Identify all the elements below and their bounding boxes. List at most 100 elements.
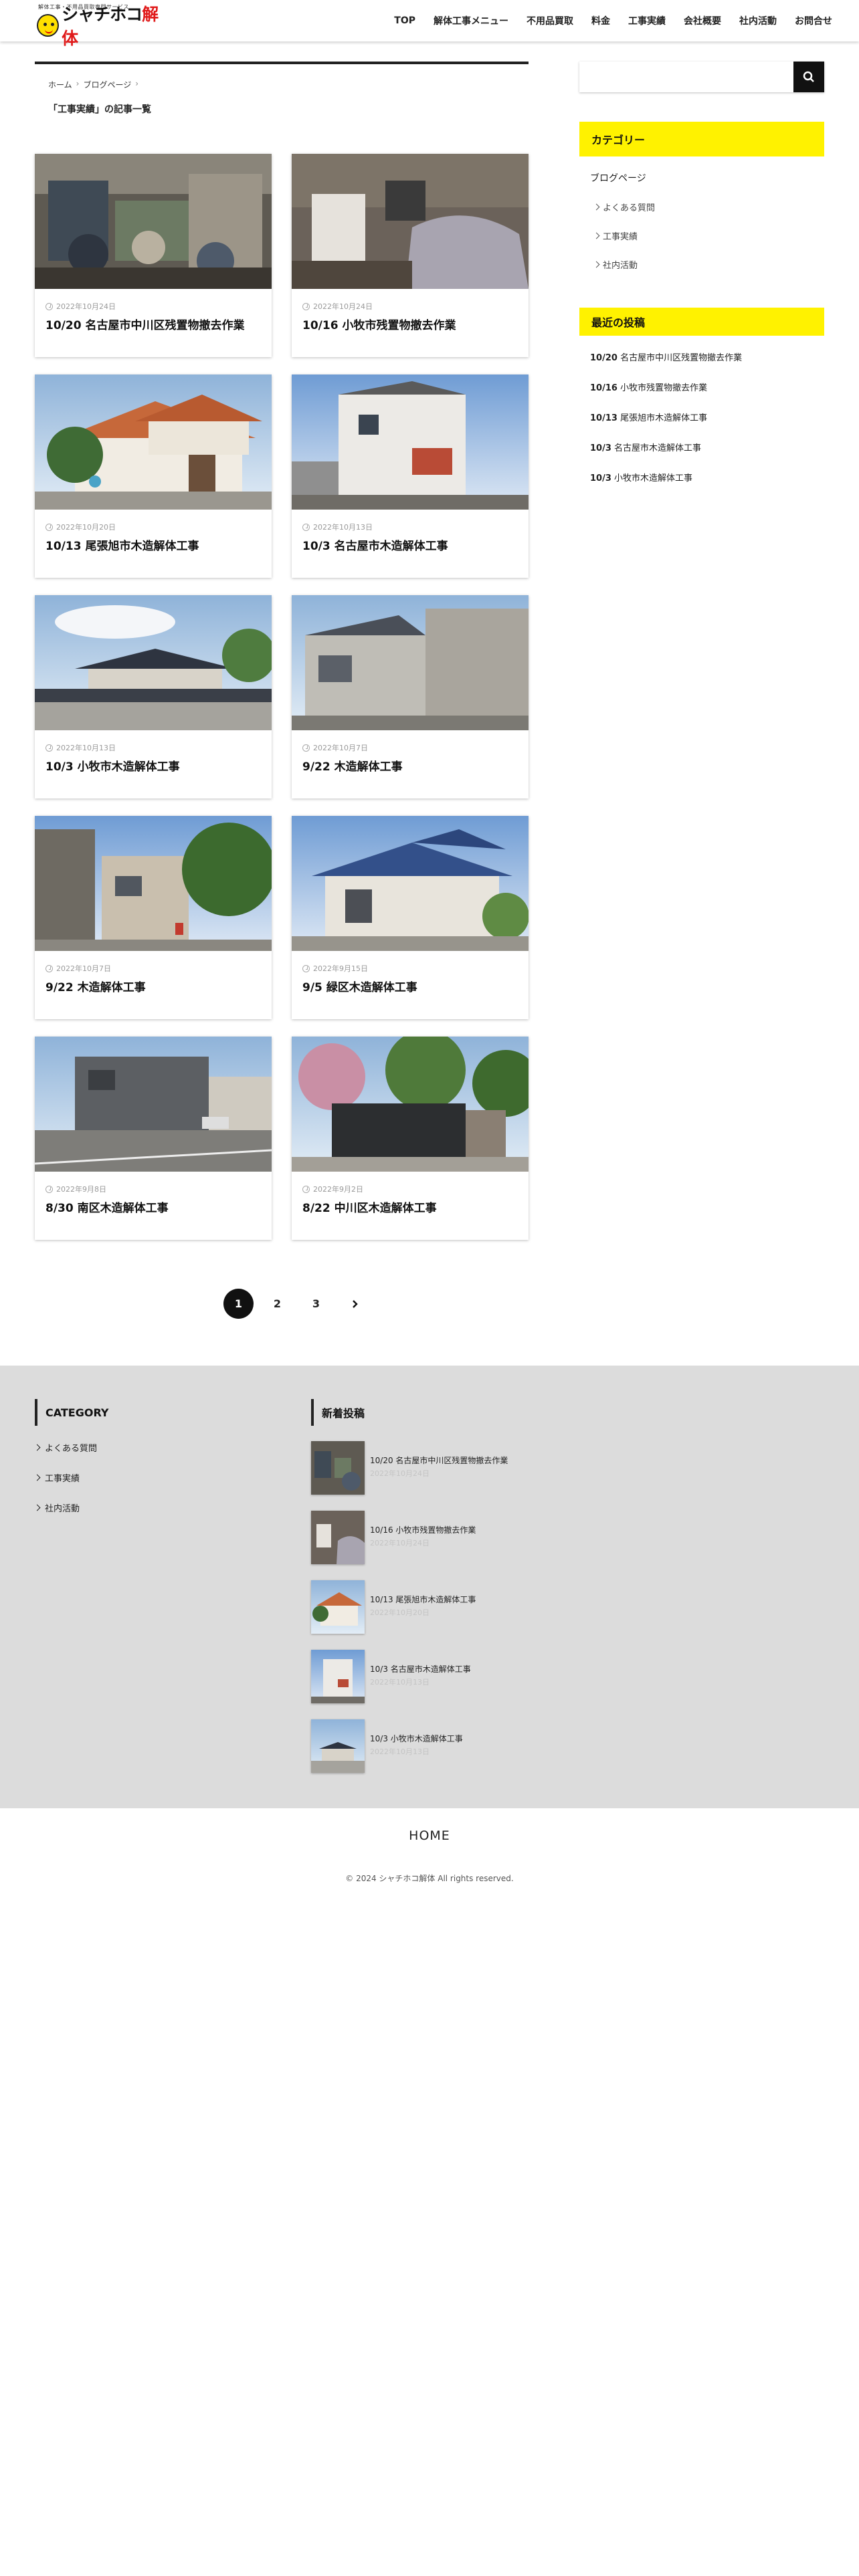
- chevron-right-icon: [593, 261, 600, 268]
- search-button[interactable]: [793, 62, 824, 92]
- footer-home-link[interactable]: HOME: [0, 1828, 859, 1843]
- post-title: 10/16 小牧市残置物撤去作業: [302, 319, 456, 332]
- post-title: 9/22 木造解体工事: [302, 760, 403, 774]
- clock-icon: [302, 523, 310, 531]
- nav-works[interactable]: 工事実績: [628, 14, 666, 27]
- nav-top[interactable]: TOP: [394, 15, 415, 26]
- clock-icon: [45, 1185, 53, 1193]
- logo-cat-icon: [37, 14, 60, 37]
- category-blog[interactable]: ブログページ: [590, 171, 646, 185]
- footer-recent-post[interactable]: 10/3 小牧市木造解体工事 2022年10月13日: [311, 1719, 592, 1773]
- post-card[interactable]: 2022年10月13日 10/3 小牧市木造解体工事: [35, 595, 272, 798]
- clock-icon: [302, 744, 310, 752]
- search-icon: [803, 71, 814, 82]
- site-footer: HOME © 2024 シャチホコ解体 All rights reserved.: [0, 1808, 859, 1889]
- nav-company[interactable]: 会社概要: [684, 14, 721, 27]
- post-title: 10/3 小牧市木造解体工事: [45, 760, 180, 774]
- post-thumbnail: [292, 154, 529, 289]
- footer-widgets: CATEGORY よくある質問 工事実績 社内活動 新着投稿 10/20 名古屋…: [0, 1366, 859, 1808]
- post-title: 8/22 中川区木造解体工事: [302, 1202, 437, 1215]
- footer-post-title: 10/20 名古屋市中川区残置物撤去作業: [370, 1456, 508, 1465]
- page-3[interactable]: 3: [301, 1289, 331, 1319]
- category-activities[interactable]: 社内活動: [593, 258, 638, 271]
- footer-recent-post[interactable]: 10/20 名古屋市中川区残置物撤去作業 2022年10月24日: [311, 1441, 592, 1495]
- post-thumbnail: [292, 595, 529, 730]
- page-2[interactable]: 2: [262, 1289, 292, 1319]
- nav-contact[interactable]: お問合せ: [795, 14, 832, 27]
- footer-recent-post[interactable]: 10/3 名古屋市木造解体工事 2022年10月13日: [311, 1650, 592, 1703]
- pagination: 1 2 3: [223, 1289, 370, 1319]
- chevron-right-icon: [593, 203, 600, 211]
- main-content: ホーム › ブログページ › 「工事実績」の記事一覧 2022年10月24日 1…: [35, 62, 529, 1240]
- footer-post-title: 10/13 尾張旭市木造解体工事: [370, 1595, 476, 1604]
- search-input[interactable]: [579, 62, 793, 92]
- post-card[interactable]: 2022年10月7日 9/22 木造解体工事: [292, 595, 529, 798]
- chevron-right-icon: [352, 1299, 358, 1308]
- next-page-button[interactable]: [340, 1289, 370, 1319]
- global-nav: TOP 解体工事メニュー 不用品買取 料金 工事実績 会社概要 社内活動 お問合…: [376, 0, 832, 41]
- logo-text-black: シャチホコ: [62, 5, 142, 24]
- clock-icon: [45, 964, 53, 972]
- chevron-right-icon: [33, 1444, 41, 1451]
- chevron-right-icon: [593, 232, 600, 239]
- page-1[interactable]: 1: [223, 1289, 254, 1319]
- footer-post-date: 2022年10月24日: [370, 1539, 430, 1547]
- recent-widget-title: 最近の投稿: [579, 308, 824, 336]
- post-thumbnail: [35, 595, 272, 730]
- footer-recent-post[interactable]: 10/13 尾張旭市木造解体工事 2022年10月20日: [311, 1580, 592, 1634]
- category-works[interactable]: 工事実績: [593, 229, 638, 242]
- recent-post-link[interactable]: 10/20 名古屋市中川区残置物撤去作業: [590, 350, 742, 363]
- footer-post-thumbnail: [311, 1580, 365, 1634]
- footer-post-thumbnail: [311, 1511, 365, 1564]
- breadcrumb-separator: ›: [76, 79, 80, 88]
- post-thumbnail: [35, 816, 272, 951]
- nav-demolition-menu[interactable]: 解体工事メニュー: [434, 14, 508, 27]
- footer-category-title: CATEGORY: [35, 1399, 109, 1426]
- post-title: 10/3 名古屋市木造解体工事: [302, 540, 448, 553]
- logo-text: シャチホコ解体: [62, 1, 171, 49]
- post-card[interactable]: 2022年10月20日 10/13 尾張旭市木造解体工事: [35, 374, 272, 578]
- nav-price[interactable]: 料金: [591, 14, 610, 27]
- site-logo[interactable]: 解体工事・不用品買取専門サービス シャチホコ解体: [37, 3, 171, 48]
- post-card[interactable]: 2022年9月15日 9/5 緑区木造解体工事: [292, 816, 529, 1019]
- post-card[interactable]: 2022年9月2日 8/22 中川区木造解体工事: [292, 1037, 529, 1240]
- archive-title: 「工事実績」の記事一覧: [48, 104, 151, 115]
- post-title: 10/13 尾張旭市木造解体工事: [45, 540, 199, 553]
- post-date: 2022年9月2日: [302, 1184, 363, 1194]
- nav-purchase[interactable]: 不用品買取: [527, 14, 573, 27]
- category-faq[interactable]: よくある質問: [593, 201, 655, 213]
- footer-category-activities[interactable]: 社内活動: [33, 1501, 80, 1514]
- post-card[interactable]: 2022年10月24日 10/16 小牧市残置物撤去作業: [292, 154, 529, 357]
- footer-category-faq[interactable]: よくある質問: [33, 1441, 97, 1454]
- post-title: 8/30 南区木造解体工事: [45, 1202, 169, 1215]
- post-date: 2022年9月15日: [302, 963, 368, 974]
- site-header: 解体工事・不用品買取専門サービス シャチホコ解体 TOP 解体工事メニュー 不用…: [0, 0, 859, 48]
- search-form: [579, 62, 824, 92]
- recent-post-link[interactable]: 10/3 小牧市木造解体工事: [590, 471, 692, 484]
- footer-post-thumbnail: [311, 1650, 365, 1703]
- post-card[interactable]: 2022年10月13日 10/3 名古屋市木造解体工事: [292, 374, 529, 578]
- copyright: © 2024 シャチホコ解体 All rights reserved.: [345, 1874, 514, 1883]
- footer-category-works[interactable]: 工事実績: [33, 1471, 80, 1484]
- post-date: 2022年10月7日: [45, 963, 111, 974]
- breadcrumb: ホーム › ブログページ ›: [35, 79, 529, 90]
- breadcrumb-blog[interactable]: ブログページ: [83, 79, 131, 90]
- post-thumbnail: [292, 374, 529, 510]
- nav-activities[interactable]: 社内活動: [739, 14, 777, 27]
- breadcrumb-home[interactable]: ホーム: [48, 79, 72, 90]
- post-date: 2022年10月20日: [45, 522, 116, 532]
- recent-post-link[interactable]: 10/13 尾張旭市木造解体工事: [590, 411, 707, 423]
- footer-post-date: 2022年10月20日: [370, 1608, 430, 1617]
- recent-post-link[interactable]: 10/16 小牧市残置物撤去作業: [590, 381, 707, 393]
- post-card[interactable]: 2022年10月7日 9/22 木造解体工事: [35, 816, 272, 1019]
- footer-post-title: 10/3 小牧市木造解体工事: [370, 1734, 463, 1743]
- post-card[interactable]: 2022年9月8日 8/30 南区木造解体工事: [35, 1037, 272, 1240]
- footer-recent-post[interactable]: 10/16 小牧市残置物撤去作業 2022年10月24日: [311, 1511, 592, 1564]
- recent-post-link[interactable]: 10/3 名古屋市木造解体工事: [590, 441, 701, 453]
- post-card[interactable]: 2022年10月24日 10/20 名古屋市中川区残置物撤去作業: [35, 154, 272, 357]
- logo-mark: シャチホコ解体: [37, 5, 171, 48]
- footer-post-thumbnail: [311, 1719, 365, 1773]
- clock-icon: [302, 302, 310, 310]
- archive-header: ホーム › ブログページ › 「工事実績」の記事一覧: [35, 62, 529, 128]
- post-date: 2022年10月13日: [302, 522, 373, 532]
